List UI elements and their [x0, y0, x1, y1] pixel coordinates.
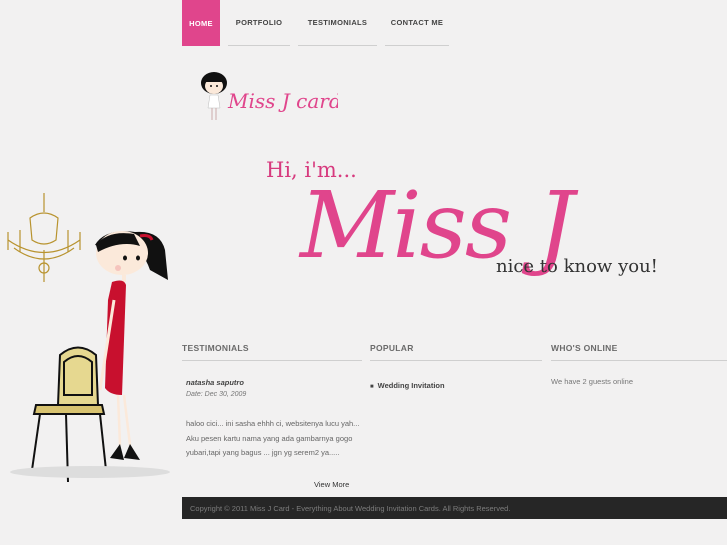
popular-item-label: Wedding Invitation [377, 381, 445, 390]
nav-portfolio[interactable]: PORTFOLIO [228, 0, 290, 46]
miss-j-illustration [7, 193, 170, 483]
testimonial-date: Date: Dec 30, 2009 [186, 391, 247, 398]
view-more-link[interactable]: View More [314, 480, 349, 489]
logo-girl-icon: Miss J card [201, 72, 342, 120]
hero-tagline: nice to know you! [496, 256, 658, 277]
testimonial-text: haloo cici... ini sasha ehhh ci, website… [186, 419, 360, 457]
site-logo[interactable]: Miss J card [198, 68, 342, 128]
girl-figure [95, 231, 168, 460]
whos-online-section: WHO'S ONLINE [551, 343, 727, 361]
logo-text: Miss J card [227, 89, 338, 113]
testimonials-heading: TESTIMONIALS [182, 343, 362, 361]
testimonials-section: TESTIMONIALS [182, 343, 362, 361]
chandelier-icon [7, 193, 81, 282]
nav-contact[interactable]: CONTACT ME [385, 0, 449, 46]
testimonial-author: natasha saputro [186, 378, 244, 387]
main-nav: HOME PORTFOLIO TESTIMONIALS CONTACT ME [182, 0, 457, 46]
popular-section: POPULAR [370, 343, 542, 361]
copyright-text: Copyright © 2011 Miss J Card - Everythin… [190, 503, 511, 513]
chair-icon [31, 346, 107, 483]
footer-bar: Copyright © 2011 Miss J Card - Everythin… [182, 497, 727, 519]
nav-testimonials[interactable]: TESTIMONIALS [298, 0, 377, 46]
popular-item-wedding-invitation[interactable]: ■ Wedding Invitation [370, 381, 445, 390]
popular-heading: POPULAR [370, 343, 542, 361]
bullet-icon: ■ [370, 384, 374, 390]
nav-home[interactable]: HOME [182, 0, 220, 46]
guests-online-text: We have 2 guests online [551, 377, 633, 386]
whos-online-heading: WHO'S ONLINE [551, 343, 727, 361]
